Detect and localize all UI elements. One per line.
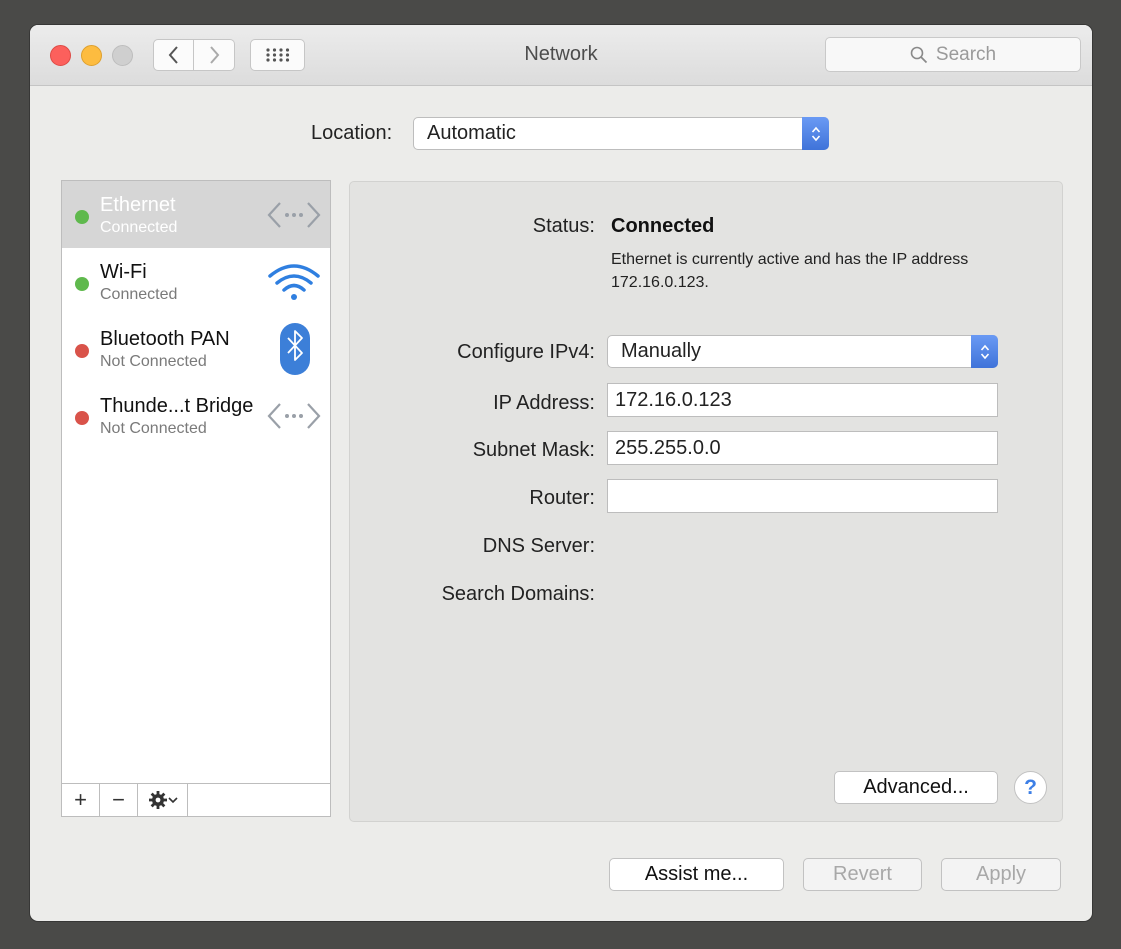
- dns-server-label: DNS Server:: [482, 535, 595, 557]
- location-stepper: [802, 117, 829, 150]
- thunderbolt-bridge-icon: [267, 403, 321, 429]
- service-list-toolbar: + −: [62, 783, 330, 816]
- search-placeholder: Search: [935, 43, 997, 65]
- search-field[interactable]: Search: [825, 37, 1081, 72]
- configure-ipv4-popup[interactable]: Manually: [607, 335, 998, 368]
- apply-button[interactable]: Apply: [941, 858, 1061, 891]
- advanced-button[interactable]: Advanced...: [834, 771, 998, 804]
- status-dot: [75, 344, 89, 358]
- service-item-ethernet[interactable]: Ethernet Connected: [62, 181, 330, 248]
- location-popup[interactable]: Automatic: [413, 117, 829, 150]
- ethernet-icon: [267, 202, 321, 228]
- status-dot: [75, 411, 89, 425]
- up-down-chevron-icon: [980, 344, 989, 359]
- help-button[interactable]: ?: [1014, 771, 1047, 804]
- title-bar: Network Search: [30, 25, 1092, 86]
- service-item-bluetooth-pan[interactable]: Bluetooth PAN Not Connected: [62, 315, 330, 382]
- service-item-wifi[interactable]: Wi-Fi Connected: [62, 248, 330, 315]
- bluetooth-icon: [280, 323, 310, 375]
- service-status: Connected: [100, 286, 178, 303]
- add-service-button[interactable]: +: [62, 784, 100, 816]
- service-detail-pane: Status: Connected Ethernet is currently …: [349, 181, 1063, 822]
- status-dot: [75, 277, 89, 291]
- action-menu-button[interactable]: [138, 784, 188, 816]
- ip-address-label: IP Address:: [493, 392, 595, 414]
- gear-icon: [148, 791, 167, 809]
- configure-ipv4-value: Manually: [621, 340, 702, 362]
- service-status: Connected: [100, 219, 178, 236]
- service-name: Ethernet: [100, 194, 176, 216]
- chevron-down-icon: [167, 797, 178, 804]
- router-field[interactable]: [607, 479, 998, 513]
- router-label: Router:: [529, 487, 595, 509]
- revert-button[interactable]: Revert: [803, 858, 922, 891]
- configure-ipv4-stepper: [971, 335, 998, 368]
- service-list[interactable]: Ethernet Connected Wi-Fi Connected Bluet…: [61, 180, 331, 817]
- wifi-icon: [268, 264, 320, 300]
- service-name: Thunde...t Bridge: [100, 395, 254, 417]
- up-down-chevron-icon: [811, 126, 820, 141]
- service-name: Bluetooth PAN: [100, 328, 230, 350]
- search-domains-label: Search Domains:: [441, 583, 595, 605]
- status-description: Ethernet is currently active and has the…: [611, 251, 969, 291]
- service-name: Wi-Fi: [100, 261, 147, 283]
- status-value: Connected: [611, 215, 715, 237]
- network-preferences-window: Network Search Location: Automatic Ether…: [30, 25, 1092, 921]
- assist-me-button[interactable]: Assist me...: [609, 858, 784, 891]
- service-status: Not Connected: [100, 353, 207, 370]
- service-item-thunderbolt-bridge[interactable]: Thunde...t Bridge Not Connected: [62, 382, 330, 449]
- location-label: Location:: [311, 122, 393, 144]
- ip-address-field[interactable]: 172.16.0.123: [607, 383, 998, 417]
- location-value: Automatic: [427, 122, 516, 144]
- service-status: Not Connected: [100, 420, 207, 437]
- subnet-mask-field[interactable]: 255.255.0.0: [607, 431, 998, 465]
- search-icon: [910, 46, 928, 63]
- remove-service-button[interactable]: −: [100, 784, 138, 816]
- configure-ipv4-label: Configure IPv4:: [457, 341, 595, 363]
- subnet-mask-label: Subnet Mask:: [472, 439, 595, 461]
- status-label: Status:: [532, 215, 595, 237]
- status-dot: [75, 210, 89, 224]
